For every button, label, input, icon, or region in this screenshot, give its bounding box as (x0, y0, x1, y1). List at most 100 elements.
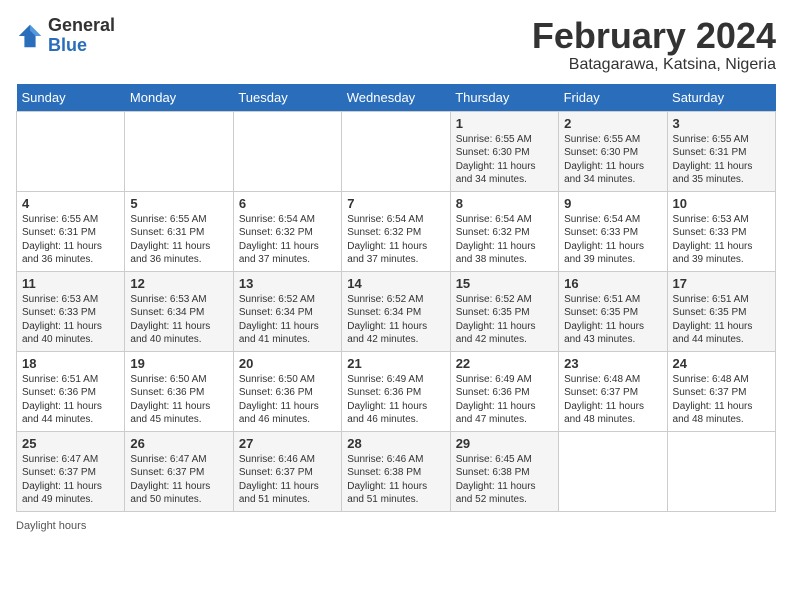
day-info: Sunrise: 6:48 AM Sunset: 6:37 PM Dayligh… (564, 373, 661, 427)
header-cell-tuesday: Tuesday (233, 84, 341, 112)
day-info: Sunrise: 6:50 AM Sunset: 6:36 PM Dayligh… (239, 373, 336, 427)
day-info: Sunrise: 6:48 AM Sunset: 6:37 PM Dayligh… (673, 373, 770, 427)
day-cell: 22 Sunrise: 6:49 AM Sunset: 6:36 PM Dayli… (450, 351, 558, 431)
day-number: 8 (456, 196, 553, 211)
main-title: February 2024 (532, 16, 776, 56)
day-cell: 28 Sunrise: 6:46 AM Sunset: 6:38 PM Dayli… (342, 431, 450, 511)
day-number: 13 (239, 276, 336, 291)
day-number: 11 (22, 276, 119, 291)
header-cell-monday: Monday (125, 84, 233, 112)
day-cell (342, 111, 450, 191)
day-number: 9 (564, 196, 661, 211)
day-cell: 5Sunrise: 6:55 AM Sunset: 6:31 PM Daylig… (125, 191, 233, 271)
logo: General Blue (16, 16, 115, 56)
day-info: Sunrise: 6:54 AM Sunset: 6:32 PM Dayligh… (347, 213, 444, 267)
week-row-2: 4Sunrise: 6:55 AM Sunset: 6:31 PM Daylig… (17, 191, 776, 271)
day-number: 22 (456, 356, 553, 371)
day-info: Sunrise: 6:50 AM Sunset: 6:36 PM Dayligh… (130, 373, 227, 427)
day-cell: 27 Sunrise: 6:46 AM Sunset: 6:37 PM Dayli… (233, 431, 341, 511)
week-row-5: 25 Sunrise: 6:47 AM Sunset: 6:37 PM Dayli… (17, 431, 776, 511)
week-row-3: 11 Sunrise: 6:53 AM Sunset: 6:33 PM Dayli… (17, 271, 776, 351)
day-cell (559, 431, 667, 511)
day-number: 3 (673, 116, 770, 131)
day-info: Sunrise: 6:47 AM Sunset: 6:37 PM Dayligh… (22, 453, 119, 507)
day-cell: 26 Sunrise: 6:47 AM Sunset: 6:37 PM Dayli… (125, 431, 233, 511)
day-cell: 13 Sunrise: 6:52 AM Sunset: 6:34 PM Dayli… (233, 271, 341, 351)
day-info: Sunrise: 6:52 AM Sunset: 6:34 PM Dayligh… (239, 293, 336, 347)
day-number: 21 (347, 356, 444, 371)
day-number: 27 (239, 436, 336, 451)
calendar-header: SundayMondayTuesdayWednesdayThursdayFrid… (17, 84, 776, 112)
header-cell-friday: Friday (559, 84, 667, 112)
day-cell: 6Sunrise: 6:54 AM Sunset: 6:32 PM Daylig… (233, 191, 341, 271)
day-info: Sunrise: 6:54 AM Sunset: 6:32 PM Dayligh… (239, 213, 336, 267)
day-cell (125, 111, 233, 191)
day-number: 25 (22, 436, 119, 451)
day-info: Sunrise: 6:51 AM Sunset: 6:35 PM Dayligh… (564, 293, 661, 347)
day-cell: 18 Sunrise: 6:51 AM Sunset: 6:36 PM Dayli… (17, 351, 125, 431)
day-info: Sunrise: 6:46 AM Sunset: 6:38 PM Dayligh… (347, 453, 444, 507)
day-info: Sunrise: 6:51 AM Sunset: 6:36 PM Dayligh… (22, 373, 119, 427)
day-number: 1 (456, 116, 553, 131)
day-number: 15 (456, 276, 553, 291)
day-cell: 14 Sunrise: 6:52 AM Sunset: 6:34 PM Dayli… (342, 271, 450, 351)
day-cell: 12Sunrise: 6:53 AM Sunset: 6:34 PM Dayli… (125, 271, 233, 351)
day-number: 26 (130, 436, 227, 451)
day-number: 19 (130, 356, 227, 371)
day-cell: 25 Sunrise: 6:47 AM Sunset: 6:37 PM Dayli… (17, 431, 125, 511)
day-info: Sunrise: 6:54 AM Sunset: 6:33 PM Dayligh… (564, 213, 661, 267)
day-cell: 17Sunrise: 6:51 AM Sunset: 6:35 PM Dayli… (667, 271, 775, 351)
day-number: 5 (130, 196, 227, 211)
day-cell: 3 Sunrise: 6:55 AM Sunset: 6:31 PM Daylig… (667, 111, 775, 191)
day-info: Sunrise: 6:49 AM Sunset: 6:36 PM Dayligh… (456, 373, 553, 427)
day-info: Sunrise: 6:53 AM Sunset: 6:33 PM Dayligh… (673, 213, 770, 267)
day-info: Sunrise: 6:55 AM Sunset: 6:31 PM Dayligh… (22, 213, 119, 267)
day-info: Sunrise: 6:55 AM Sunset: 6:30 PM Dayligh… (456, 133, 553, 187)
day-info: Sunrise: 6:52 AM Sunset: 6:34 PM Dayligh… (347, 293, 444, 347)
day-number: 18 (22, 356, 119, 371)
day-info: Sunrise: 6:49 AM Sunset: 6:36 PM Dayligh… (347, 373, 444, 427)
day-info: Sunrise: 6:45 AM Sunset: 6:38 PM Dayligh… (456, 453, 553, 507)
day-info: Sunrise: 6:53 AM Sunset: 6:33 PM Dayligh… (22, 293, 119, 347)
day-cell: 10 Sunrise: 6:53 AM Sunset: 6:33 PM Dayli… (667, 191, 775, 271)
logo-general: General (48, 16, 115, 36)
day-number: 7 (347, 196, 444, 211)
day-cell: 2 Sunrise: 6:55 AM Sunset: 6:30 PM Daylig… (559, 111, 667, 191)
day-number: 2 (564, 116, 661, 131)
footer-text: Daylight hours (16, 520, 86, 532)
day-info: Sunrise: 6:55 AM Sunset: 6:31 PM Dayligh… (673, 133, 770, 187)
week-row-4: 18 Sunrise: 6:51 AM Sunset: 6:36 PM Dayli… (17, 351, 776, 431)
day-info: Sunrise: 6:46 AM Sunset: 6:37 PM Dayligh… (239, 453, 336, 507)
day-cell (17, 111, 125, 191)
day-cell: 9 Sunrise: 6:54 AM Sunset: 6:33 PM Daylig… (559, 191, 667, 271)
header-cell-wednesday: Wednesday (342, 84, 450, 112)
day-number: 10 (673, 196, 770, 211)
page-header: General Blue February 2024 Batagarawa, K… (16, 16, 776, 74)
day-info: Sunrise: 6:53 AM Sunset: 6:34 PM Dayligh… (130, 293, 227, 347)
calendar-body: 1 Sunrise: 6:55 AM Sunset: 6:30 PM Daylig… (17, 111, 776, 511)
day-cell: 29 Sunrise: 6:45 AM Sunset: 6:38 PM Dayli… (450, 431, 558, 511)
day-cell: 15 Sunrise: 6:52 AM Sunset: 6:35 PM Dayli… (450, 271, 558, 351)
footer: Daylight hours (16, 520, 776, 532)
day-cell: 16 Sunrise: 6:51 AM Sunset: 6:35 PM Dayli… (559, 271, 667, 351)
subtitle: Batagarawa, Katsina, Nigeria (532, 56, 776, 74)
day-number: 14 (347, 276, 444, 291)
week-row-1: 1 Sunrise: 6:55 AM Sunset: 6:30 PM Daylig… (17, 111, 776, 191)
day-number: 20 (239, 356, 336, 371)
calendar-table: SundayMondayTuesdayWednesdayThursdayFrid… (16, 84, 776, 512)
day-info: Sunrise: 6:47 AM Sunset: 6:37 PM Dayligh… (130, 453, 227, 507)
day-info: Sunrise: 6:55 AM Sunset: 6:30 PM Dayligh… (564, 133, 661, 187)
day-cell (667, 431, 775, 511)
day-cell: 23Sunrise: 6:48 AM Sunset: 6:37 PM Dayli… (559, 351, 667, 431)
title-block: February 2024 Batagarawa, Katsina, Niger… (532, 16, 776, 74)
day-number: 29 (456, 436, 553, 451)
day-number: 16 (564, 276, 661, 291)
day-number: 28 (347, 436, 444, 451)
logo-text: General Blue (48, 16, 115, 56)
header-cell-saturday: Saturday (667, 84, 775, 112)
day-info: Sunrise: 6:52 AM Sunset: 6:35 PM Dayligh… (456, 293, 553, 347)
day-cell: 1 Sunrise: 6:55 AM Sunset: 6:30 PM Daylig… (450, 111, 558, 191)
day-cell: 11 Sunrise: 6:53 AM Sunset: 6:33 PM Dayli… (17, 271, 125, 351)
day-cell: 7 Sunrise: 6:54 AM Sunset: 6:32 PM Daylig… (342, 191, 450, 271)
day-info: Sunrise: 6:54 AM Sunset: 6:32 PM Dayligh… (456, 213, 553, 267)
